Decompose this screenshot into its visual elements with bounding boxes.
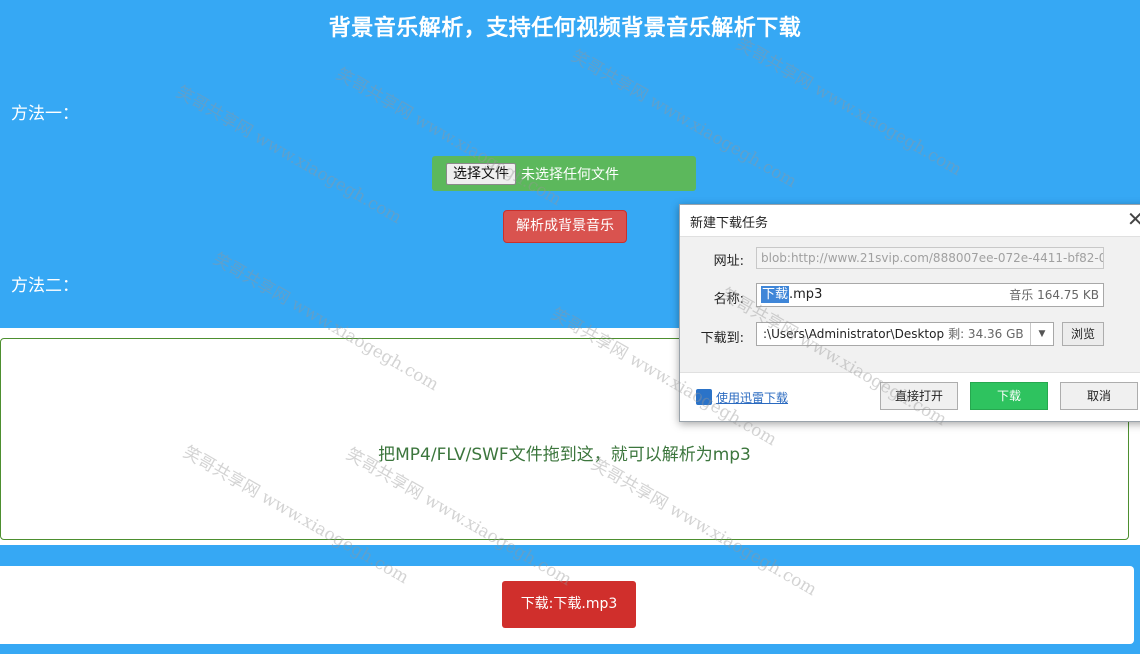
xunlei-icon [696,389,712,405]
file-size-meta: 音乐 164.75 KB [1009,288,1099,302]
page-title: 背景音乐解析，支持任何视频背景音乐解析下载 [328,16,802,41]
parse-music-button[interactable]: 解析成背景音乐 [503,210,627,243]
drop-zone-text: 把MP4/FLV/SWF文件拖到这，就可以解析为mp3 [378,445,751,465]
file-status-text: 未选择任何文件 [521,166,619,183]
watermark: 笑哥共享网 www.xiaogegh.com [172,82,405,229]
download-result-button[interactable]: 下载:下载.mp3 [502,581,636,628]
dialog-title: 新建下载任务 [690,216,769,231]
name-extension: .mp3 [789,287,823,302]
path-select[interactable]: :\Users\Administrator\Desktop 剩: 34.36 GB… [756,322,1054,346]
method-one-label: 方法一： [11,104,79,124]
url-field[interactable]: blob:http://www.21svip.com/888007ee-072e… [756,247,1104,269]
chevron-down-icon[interactable]: ▼ [1030,323,1053,345]
browse-button[interactable]: 浏览 [1062,322,1104,346]
choose-file-button[interactable]: 选择文件 [446,162,516,185]
method-two-label: 方法二： [11,276,79,296]
new-download-dialog: 新建下载任务 ✕ 网址: blob:http://www.21svip.com/… [679,204,1140,422]
cancel-button[interactable]: 取消 [1060,382,1138,410]
dialog-body: 网址: blob:http://www.21svip.com/888007ee-… [680,236,1140,373]
close-icon[interactable]: ✕ [1127,207,1140,231]
dialog-download-button[interactable]: 下载 [970,382,1048,410]
path-value: :\Users\Administrator\Desktop [763,327,945,341]
name-field[interactable]: 下载.mp3 音乐 164.75 KB [756,283,1104,307]
watermark: 笑哥共享网 www.xiaogegh.com [732,34,965,181]
open-directly-button[interactable]: 直接打开 [880,382,958,410]
free-space: 剩: 34.36 GB [948,327,1024,341]
url-label: 网址: [713,254,744,269]
name-selected-text: 下载 [761,286,790,303]
path-label: 下载到: [700,331,744,346]
file-input[interactable]: 选择文件 未选择任何文件 [432,156,696,191]
bottom-panel: 下载:下载.mp3 [0,566,1134,644]
name-label: 名称: [713,292,744,307]
use-xunlei-link[interactable]: 使用迅雷下载 [716,389,788,406]
